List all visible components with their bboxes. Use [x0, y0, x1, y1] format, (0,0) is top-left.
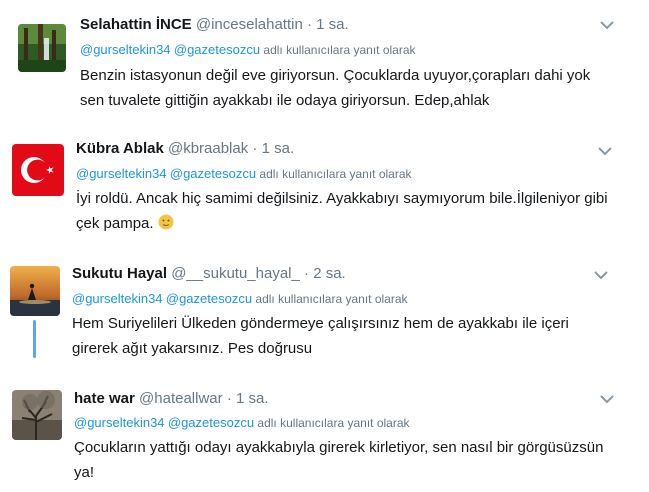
- display-name[interactable]: Kübra Ablak: [76, 140, 164, 157]
- user-handle[interactable]: @kbraablak: [168, 140, 248, 157]
- slightly-smiling-face-emoji: [158, 214, 174, 230]
- reply-context: @gurseltekin34 @gazetesozcu adlı kullanı…: [76, 166, 412, 181]
- tweet[interactable]: Selahattin İNCE @inceselahattin · 1 sa. …: [0, 0, 649, 120]
- mention-link[interactable]: @gurseltekin34: [80, 42, 171, 57]
- mention-link[interactable]: @gazetesozcu: [170, 166, 256, 181]
- tweet[interactable]: Kübra Ablak @kbraablak · 1 sa. @gurselte…: [0, 120, 649, 250]
- tweet-text: Benzin istasyonun değil eve giriyorsun. …: [80, 63, 590, 113]
- mention-link[interactable]: @gurseltekin34: [76, 166, 167, 181]
- separator-dot: ·: [304, 265, 310, 282]
- mention-link[interactable]: @gurseltekin34: [72, 291, 163, 306]
- timestamp[interactable]: 2 sa.: [313, 265, 346, 282]
- separator-dot: ·: [252, 140, 258, 157]
- avatar[interactable]: [12, 390, 62, 440]
- mention-link[interactable]: @gazetesozcu: [166, 291, 252, 306]
- mention-link[interactable]: @gazetesozcu: [168, 415, 254, 430]
- chevron-down-icon[interactable]: [598, 146, 612, 156]
- chevron-down-icon[interactable]: [600, 394, 614, 404]
- tweet-text-line: girerek ağıt yakarsınız. Pes doğrusu: [72, 340, 313, 357]
- reply-context: @gurseltekin34 @gazetesozcu adlı kullanı…: [72, 291, 408, 306]
- avatar[interactable]: [12, 144, 64, 196]
- reply-label: adlı kullanıcılara yanıt olarak: [257, 416, 410, 430]
- avatar[interactable]: [18, 24, 66, 72]
- separator-dot: ·: [307, 16, 312, 33]
- mention-link[interactable]: @gurseltekin34: [74, 415, 165, 430]
- reply-label: adlı kullanıcılara yanıt olarak: [263, 43, 416, 57]
- tweet-text-line: İyi roldü. Ancak hiç samimi değilsiniz. …: [76, 190, 608, 207]
- display-name[interactable]: Sukutu Hayal: [72, 265, 167, 282]
- mention-link[interactable]: @gazetesozcu: [174, 42, 260, 57]
- tweet[interactable]: hate war @hateallwar · 1 sa. @gurselteki…: [0, 376, 649, 492]
- user-handle[interactable]: @hateallwar: [139, 390, 223, 407]
- display-name[interactable]: hate war: [74, 390, 135, 407]
- user-handle[interactable]: @__sukutu_hayal_: [171, 265, 300, 282]
- reply-context: @gurseltekin34 @gazetesozcu adlı kullanı…: [80, 42, 416, 57]
- tweet-text-line: çek pampa.: [76, 215, 154, 232]
- tweet-text: Çocukların yattığı odayı ayakkabıyla gir…: [74, 435, 603, 485]
- user-handle[interactable]: @inceselahattin: [196, 16, 303, 33]
- reply-label: adlı kullanıcılara yanıt olarak: [259, 167, 412, 181]
- tweet[interactable]: Sukutu Hayal @__sukutu_hayal_ · 2 sa. @g…: [0, 250, 649, 380]
- tweet-text-line: sen tuvalete gittiğin ayakkabı ile odaya…: [80, 92, 490, 109]
- avatar[interactable]: [10, 266, 60, 316]
- separator-dot: ·: [226, 390, 232, 407]
- tweet-text: İyi roldü. Ancak hiç samimi değilsiniz. …: [76, 186, 608, 236]
- reply-label: adlı kullanıcılara yanıt olarak: [255, 292, 408, 306]
- chevron-down-icon[interactable]: [600, 20, 614, 30]
- reply-context: @gurseltekin34 @gazetesozcu adlı kullanı…: [74, 415, 410, 430]
- timestamp[interactable]: 1 sa.: [236, 390, 269, 407]
- tweet-text-line: Hem Suriyelileri Ülkeden göndermeye çalı…: [72, 315, 569, 332]
- tweet-text-line: ya!: [74, 464, 95, 481]
- chevron-down-icon[interactable]: [594, 270, 608, 280]
- timestamp[interactable]: 1 sa.: [316, 16, 349, 33]
- tweet-text-line: Çocukların yattığı odayı ayakkabıyla gir…: [74, 439, 604, 456]
- display-name[interactable]: Selahattin İNCE: [80, 16, 192, 33]
- tweet-text: Hem Suriyelileri Ülkeden göndermeye çalı…: [72, 311, 569, 361]
- tweet-text-line: Benzin istasyonun değil eve giriyorsun. …: [80, 67, 591, 84]
- thread-line: [33, 320, 36, 358]
- timestamp[interactable]: 1 sa.: [262, 140, 295, 157]
